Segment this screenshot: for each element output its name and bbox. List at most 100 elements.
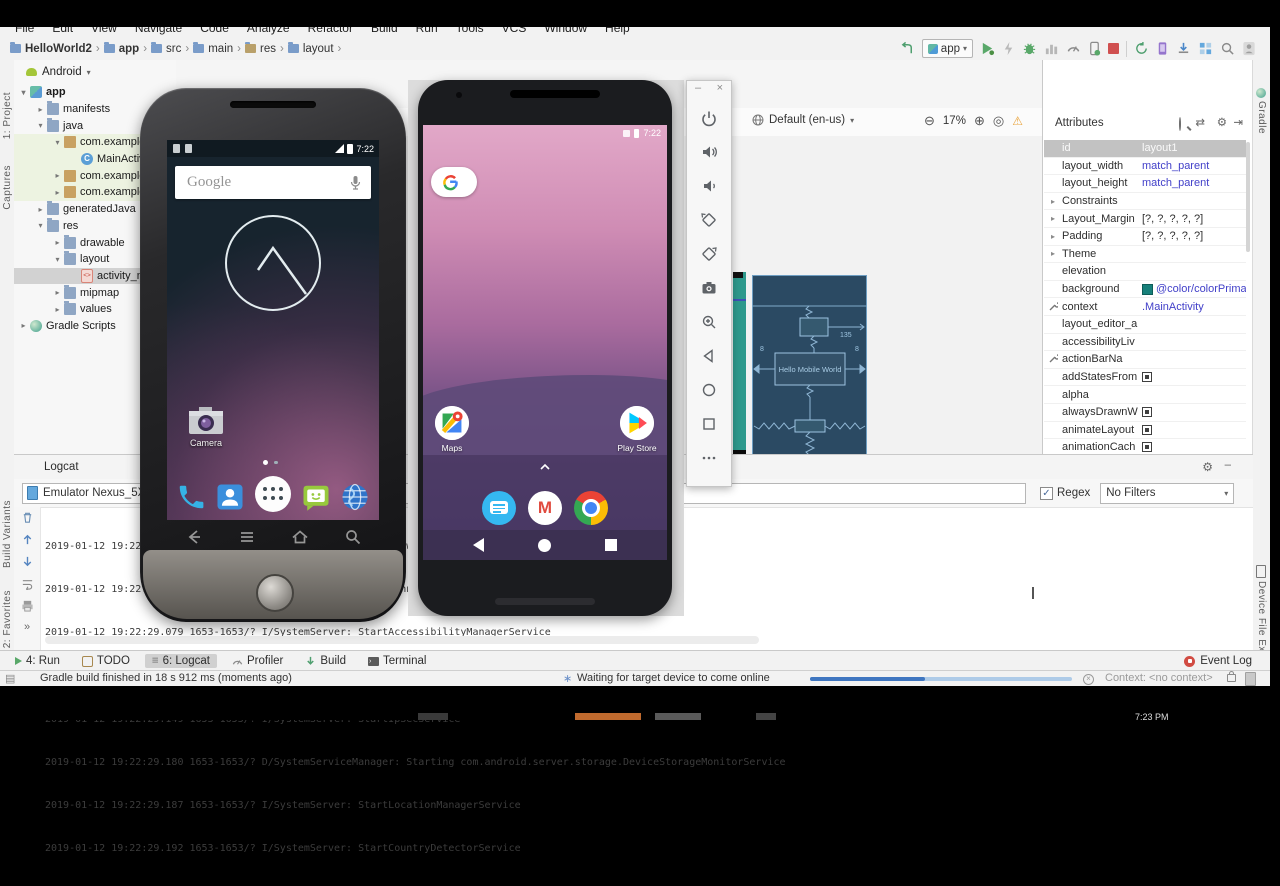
lock-icon[interactable]: [1227, 674, 1236, 682]
window-menu-icon[interactable]: ▤: [5, 672, 15, 685]
zoom-in-button[interactable]: ⊕: [974, 113, 985, 129]
all-apps-button[interactable]: [255, 476, 291, 512]
chevron-collapsed-icon[interactable]: ▸: [52, 188, 63, 197]
search-icon[interactable]: [1179, 118, 1181, 130]
gear-icon[interactable]: ⚙: [1217, 115, 1227, 129]
rotate-right-button[interactable]: [687, 239, 731, 269]
tool-tab-build[interactable]: Build: [298, 654, 353, 668]
project-view-selector[interactable]: Android ▾: [14, 60, 176, 84]
scroll-down-icon[interactable]: [21, 555, 34, 568]
chevron-expanded-icon[interactable]: ▾: [35, 121, 46, 130]
back-button[interactable]: [473, 538, 484, 552]
attr-row-context[interactable]: context.MainActivity: [1044, 298, 1246, 316]
chevron-expanded-icon[interactable]: ▾: [52, 138, 63, 147]
chevron-collapsed-icon[interactable]: ▸: [18, 321, 29, 330]
expand-all-icon[interactable]: »: [24, 621, 30, 633]
phone-screen[interactable]: 7:22 Google Camera: [167, 140, 379, 520]
run-configuration-select[interactable]: app ▾: [922, 39, 973, 58]
chevron-collapsed-icon[interactable]: ▸: [52, 238, 63, 247]
gmail-app-icon[interactable]: M: [528, 491, 562, 525]
zoom-fit-button[interactable]: ◎: [993, 113, 1004, 129]
maps-app-shortcut[interactable]: Maps: [435, 406, 469, 440]
hide-panel-icon[interactable]: ⇥: [1233, 115, 1243, 129]
more-button[interactable]: [687, 443, 731, 473]
attr-row-alpha[interactable]: alpha: [1044, 386, 1246, 404]
chevron-collapsed-icon[interactable]: ▸: [1044, 249, 1062, 258]
chevron-expanded-icon[interactable]: ▾: [18, 88, 29, 97]
toggle-icon[interactable]: [1142, 425, 1152, 435]
chevron-collapsed-icon[interactable]: ▸: [1044, 197, 1062, 206]
tool-tab-logcat[interactable]: ≡6: Logcat: [145, 654, 217, 668]
play-store-app-shortcut[interactable]: Play Store: [620, 406, 654, 440]
attr-row-theme[interactable]: ▸Theme: [1044, 246, 1246, 264]
scrollbar[interactable]: [1246, 142, 1250, 252]
search-button[interactable]: [343, 528, 363, 546]
taskbar-item[interactable]: [756, 713, 776, 720]
zoom-out-button[interactable]: ⊖: [924, 113, 935, 129]
logcat-filter-select[interactable]: No Filters ▾: [1100, 483, 1234, 504]
home-button[interactable]: [290, 528, 310, 546]
attr-row-actionbar[interactable]: actionBarNa: [1044, 351, 1246, 369]
breadcrumb-app[interactable]: app: [104, 43, 139, 55]
camera-app-shortcut[interactable]: Camera: [181, 406, 231, 448]
gradle-sync-button[interactable]: [1134, 41, 1149, 56]
blueprint-view[interactable]: 135 Hello Mobile World 8 8: [752, 275, 867, 462]
chevron-expanded-icon[interactable]: ▾: [35, 221, 46, 230]
breadcrumb-layout[interactable]: layout: [288, 43, 334, 55]
phone-app-icon[interactable]: [176, 482, 206, 512]
attr-row-animatelayout[interactable]: animateLayout: [1044, 422, 1246, 440]
taskbar-item[interactable]: [418, 713, 448, 720]
apply-changes-icon[interactable]: [1002, 41, 1015, 56]
minimize-tool-icon[interactable]: –: [1225, 459, 1231, 471]
analog-clock-widget[interactable]: [218, 208, 328, 318]
chrome-app-icon[interactable]: [574, 491, 608, 525]
attr-row-constraints[interactable]: ▸Constraints: [1044, 193, 1246, 211]
project-structure-button[interactable]: [1198, 41, 1213, 56]
taskbar-item[interactable]: [655, 713, 701, 720]
home-button[interactable]: [687, 375, 731, 405]
attr-row-id[interactable]: idlayout1: [1044, 140, 1246, 158]
horizontal-scrollbar[interactable]: [45, 636, 759, 644]
google-search-bar[interactable]: Google: [175, 166, 371, 199]
stop-button[interactable]: [1108, 43, 1119, 54]
clear-logcat-icon[interactable]: [21, 511, 34, 524]
volume-down-button[interactable]: [687, 171, 731, 201]
avatar-icon[interactable]: [1242, 41, 1256, 56]
coverage-icon[interactable]: [1044, 41, 1059, 56]
back-button[interactable]: [184, 528, 204, 546]
avd-manager-button[interactable]: [1156, 41, 1169, 56]
trackball[interactable]: [256, 574, 294, 612]
color-swatch[interactable]: [1142, 284, 1153, 295]
chevron-collapsed-icon[interactable]: ▸: [1044, 232, 1062, 241]
attr-row-accessibility[interactable]: accessibilityLiv: [1044, 334, 1246, 352]
scroll-up-icon[interactable]: [21, 533, 34, 546]
profiler-button[interactable]: [1066, 41, 1081, 56]
breadcrumb-src[interactable]: src: [151, 43, 181, 55]
google-pill[interactable]: [431, 167, 477, 197]
search-everywhere-button[interactable]: [1220, 41, 1235, 56]
menu-button[interactable]: [237, 528, 257, 546]
tool-tab-run[interactable]: 4: Run: [8, 654, 67, 668]
breadcrumb-res[interactable]: res: [245, 43, 276, 55]
cancel-progress-button[interactable]: ×: [1083, 674, 1094, 685]
taskbar-item[interactable]: [575, 713, 641, 720]
attr-row-layout-width[interactable]: layout_widthmatch_parent: [1044, 158, 1246, 176]
tool-tab-todo[interactable]: TODO: [75, 654, 137, 668]
attr-row-padding[interactable]: ▸Padding[?, ?, ?, ?, ?]: [1044, 228, 1246, 246]
sdk-manager-button[interactable]: [1176, 41, 1191, 56]
regex-checkbox[interactable]: ✓ Regex: [1040, 487, 1090, 500]
overview-button[interactable]: [687, 409, 731, 439]
overview-button[interactable]: [605, 539, 617, 551]
minimize-button[interactable]: –: [695, 82, 701, 94]
tool-tab-terminal[interactable]: ›Terminal: [361, 654, 433, 668]
browser-app-icon[interactable]: [340, 482, 370, 512]
breadcrumb-main[interactable]: main: [193, 43, 233, 55]
tool-tab-captures[interactable]: Captures: [2, 165, 13, 213]
volume-up-button[interactable]: [687, 137, 731, 167]
print-icon[interactable]: [21, 599, 34, 612]
attr-row-layout-editor[interactable]: layout_editor_a: [1044, 316, 1246, 334]
messaging-app-icon[interactable]: [301, 482, 331, 512]
attach-debugger-icon[interactable]: [1088, 41, 1101, 56]
chevron-collapsed-icon[interactable]: ▸: [1044, 214, 1062, 223]
chevron-expanded-icon[interactable]: ▾: [52, 255, 63, 264]
